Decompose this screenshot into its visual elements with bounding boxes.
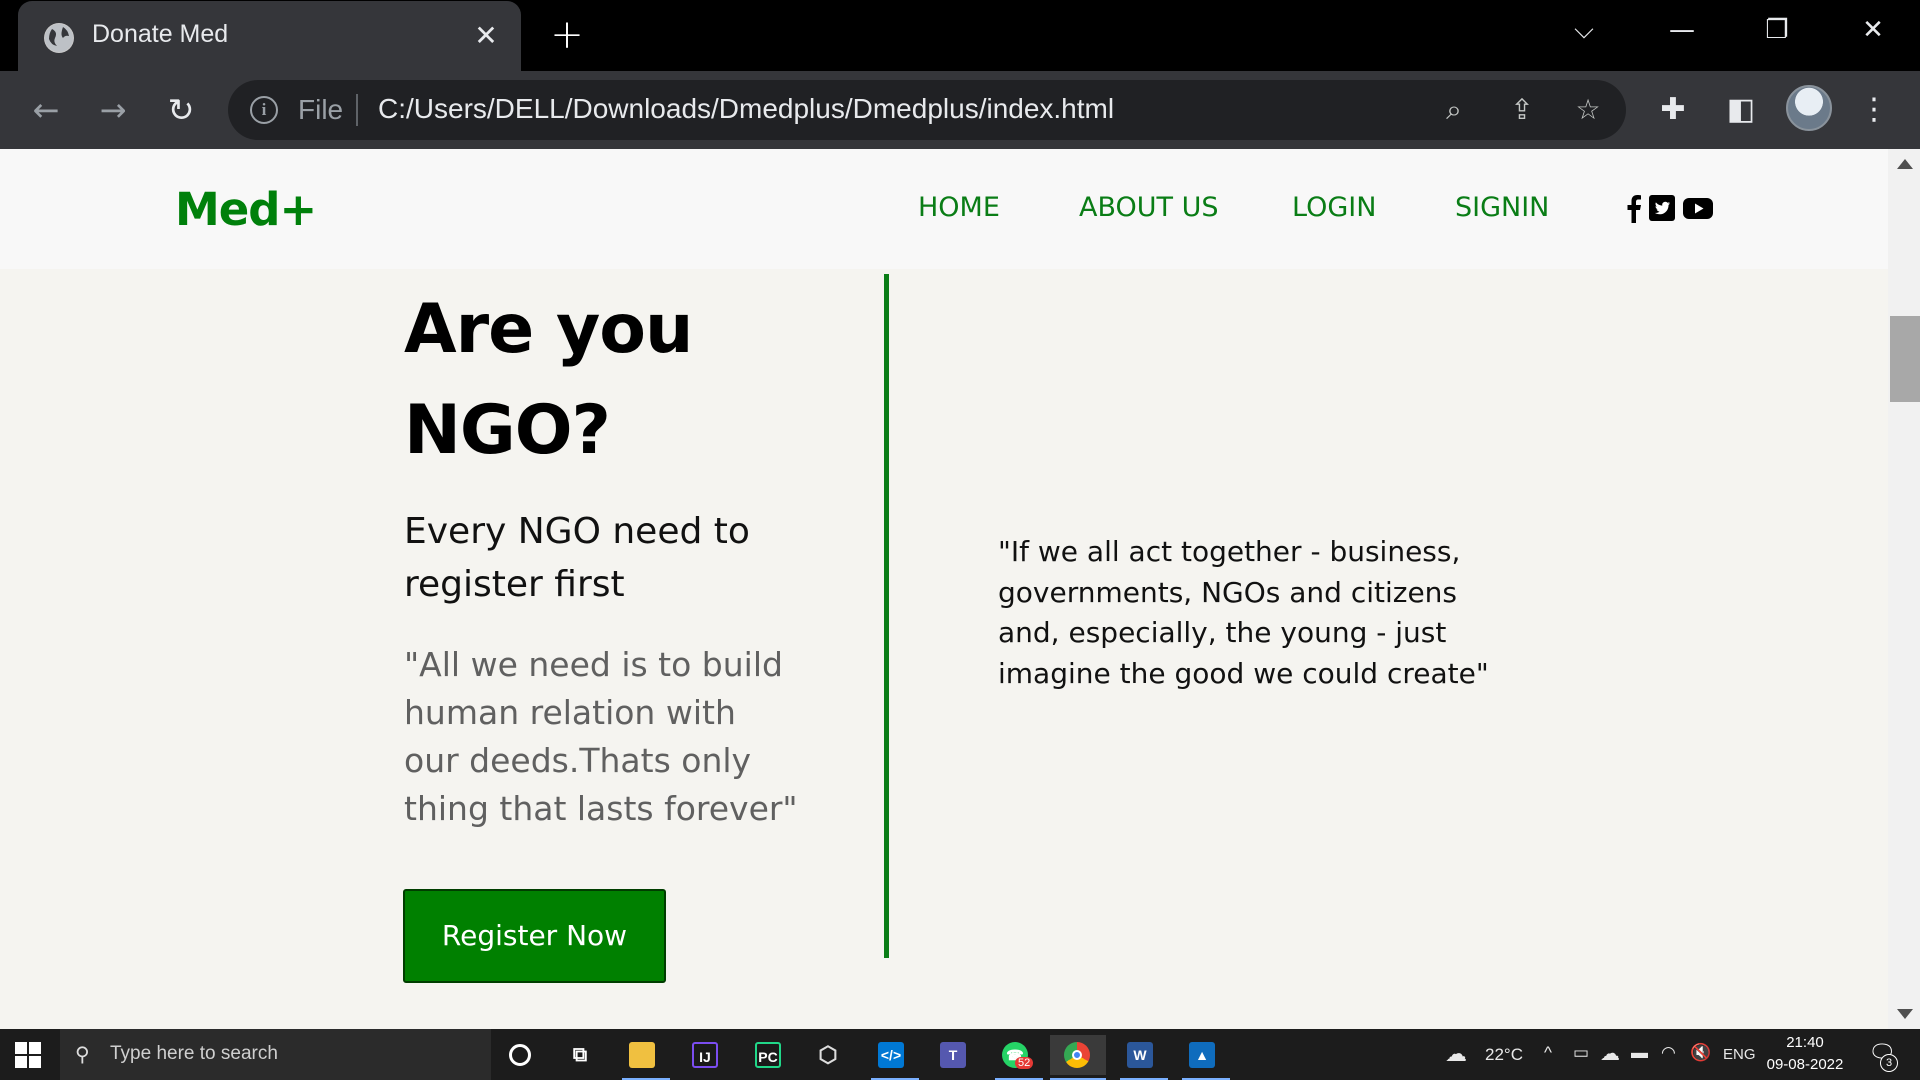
- taskbar-search-box[interactable]: ⚲ Type here to search: [60, 1029, 491, 1080]
- tray-device-icon[interactable]: ▭: [1573, 1043, 1589, 1063]
- right-quote: "If we all act together - business, gove…: [998, 532, 1518, 694]
- info-icon[interactable]: i: [250, 96, 278, 124]
- site-logo[interactable]: Med+: [175, 183, 317, 236]
- heading-line: Are you: [404, 290, 693, 369]
- subtitle: Every NGO need to register first: [404, 505, 804, 611]
- globe-icon: [44, 23, 74, 53]
- scroll-up-arrow-icon[interactable]: [1897, 159, 1913, 169]
- scrollbar-thumb[interactable]: [1890, 316, 1920, 402]
- browser-tab[interactable]: Donate Med ✕: [18, 1, 521, 71]
- file-explorer-icon[interactable]: [622, 1035, 670, 1080]
- virtualbox-icon[interactable]: ⬡: [808, 1035, 848, 1075]
- heading-line: NGO?: [404, 391, 611, 470]
- system-clock[interactable]: 21:40 09-08-2022: [1765, 1032, 1845, 1076]
- search-icon: ⚲: [75, 1042, 90, 1066]
- address-separator: [356, 94, 358, 126]
- quote-line: imagine the good we could create": [998, 656, 1489, 690]
- subtitle-line: Every NGO need to: [404, 511, 750, 552]
- quote-line: our deeds.Thats only: [404, 741, 752, 780]
- url-text[interactable]: C:/Users/DELL/Downloads/Dmedplus/Dmedplu…: [378, 93, 1114, 125]
- volume-muted-icon[interactable]: 🔇: [1690, 1043, 1711, 1063]
- address-bar[interactable]: i File C:/Users/DELL/Downloads/Dmedplus/…: [228, 80, 1626, 140]
- language-indicator[interactable]: ENG: [1723, 1046, 1756, 1063]
- onedrive-cloud-icon[interactable]: ☁: [1600, 1041, 1620, 1066]
- browser-toolbar: ← → ↻ i File C:/Users/DELL/Downloads/Dme…: [0, 71, 1920, 149]
- windows-start-icon[interactable]: [14, 1041, 42, 1069]
- cortana-icon[interactable]: [500, 1035, 540, 1075]
- minimize-icon[interactable]: —: [1657, 10, 1707, 50]
- quote-line: "If we all act together - business,: [998, 535, 1461, 568]
- extensions-puzzle-icon[interactable]: ✚: [1652, 89, 1694, 131]
- quote-line: thing that lasts forever": [404, 789, 798, 828]
- word-icon[interactable]: W: [1120, 1035, 1168, 1080]
- search-placeholder: Type here to search: [110, 1043, 278, 1064]
- page-viewport: Med+ HOME ABOUT US LOGIN SIGNIN Are you …: [0, 149, 1920, 1029]
- share-icon[interactable]: ⇪: [1504, 92, 1540, 128]
- profile-avatar[interactable]: [1786, 85, 1832, 131]
- tab-title: Donate Med: [92, 20, 229, 48]
- vscode-icon[interactable]: </>: [871, 1035, 919, 1080]
- register-now-button[interactable]: Register Now: [403, 889, 666, 983]
- tab-search-chevron-icon[interactable]: ⌵: [1559, 10, 1609, 50]
- notification-count: 3: [1880, 1054, 1898, 1072]
- quote-line: "All we need is to build: [404, 645, 783, 684]
- back-arrow-icon[interactable]: ←: [25, 89, 67, 131]
- whatsapp-icon[interactable]: ☎ 52: [995, 1035, 1043, 1080]
- nav-signin[interactable]: SIGNIN: [1455, 192, 1549, 223]
- quote-line: governments, NGOs and citizens: [998, 575, 1458, 609]
- chrome-icon[interactable]: [1050, 1035, 1106, 1080]
- whatsapp-badge: 52: [1015, 1057, 1034, 1069]
- new-tab-button[interactable]: +: [548, 15, 586, 55]
- nav-home[interactable]: HOME: [918, 192, 1000, 223]
- clock-time: 21:40: [1786, 1034, 1824, 1051]
- nav-login[interactable]: LOGIN: [1292, 192, 1376, 223]
- facebook-icon[interactable]: [1626, 195, 1642, 223]
- bookmark-star-icon[interactable]: ☆: [1570, 92, 1606, 128]
- page-scrollbar[interactable]: [1888, 149, 1920, 1029]
- vertical-divider: [884, 274, 889, 958]
- task-view-icon[interactable]: ⧉: [560, 1035, 600, 1075]
- reload-icon[interactable]: ↻: [160, 89, 202, 131]
- weather-temperature[interactable]: 22°C: [1485, 1045, 1523, 1065]
- teams-icon[interactable]: T: [933, 1035, 973, 1075]
- youtube-icon[interactable]: [1683, 195, 1713, 223]
- nav-about-us[interactable]: ABOUT US: [1079, 192, 1219, 223]
- site-header: Med+ HOME ABOUT US LOGIN SIGNIN: [0, 149, 1888, 269]
- scroll-down-arrow-icon[interactable]: [1897, 1009, 1913, 1019]
- pycharm-icon[interactable]: PC: [748, 1035, 788, 1075]
- left-quote: "All we need is to build human relation …: [404, 641, 804, 833]
- wifi-icon[interactable]: ◠: [1661, 1043, 1676, 1063]
- subtitle-line: register first: [404, 564, 625, 605]
- photos-icon[interactable]: ▲: [1182, 1035, 1230, 1080]
- close-window-icon[interactable]: ✕: [1848, 10, 1898, 50]
- quote-line: and, especially, the young - just: [998, 616, 1447, 649]
- clock-date: 09-08-2022: [1766, 1056, 1844, 1073]
- forward-arrow-icon[interactable]: →: [92, 89, 134, 131]
- tray-chevron-up-icon[interactable]: ^: [1544, 1043, 1552, 1063]
- battery-icon[interactable]: ▬: [1631, 1043, 1648, 1063]
- page-heading: Are you NGO?: [404, 279, 824, 481]
- browser-tab-strip: Donate Med ✕ + ⌵ — ❐ ✕: [0, 0, 1920, 71]
- intellij-icon[interactable]: IJ: [685, 1035, 725, 1075]
- url-scheme-label: File: [298, 94, 344, 125]
- twitter-icon[interactable]: [1649, 195, 1675, 223]
- close-tab-icon[interactable]: ✕: [469, 19, 503, 53]
- quote-line: human relation with: [404, 693, 736, 732]
- windows-taskbar: ⚲ Type here to search ⧉ IJ PC ⬡ </> T ☎ …: [0, 1029, 1920, 1080]
- restore-icon[interactable]: ❐: [1752, 10, 1802, 50]
- weather-cloud-icon[interactable]: ☁: [1445, 1041, 1467, 1067]
- menu-kebab-icon[interactable]: ⋮: [1853, 89, 1895, 131]
- side-panel-icon[interactable]: ◧: [1720, 89, 1762, 131]
- zoom-icon[interactable]: ⌕: [1436, 92, 1472, 128]
